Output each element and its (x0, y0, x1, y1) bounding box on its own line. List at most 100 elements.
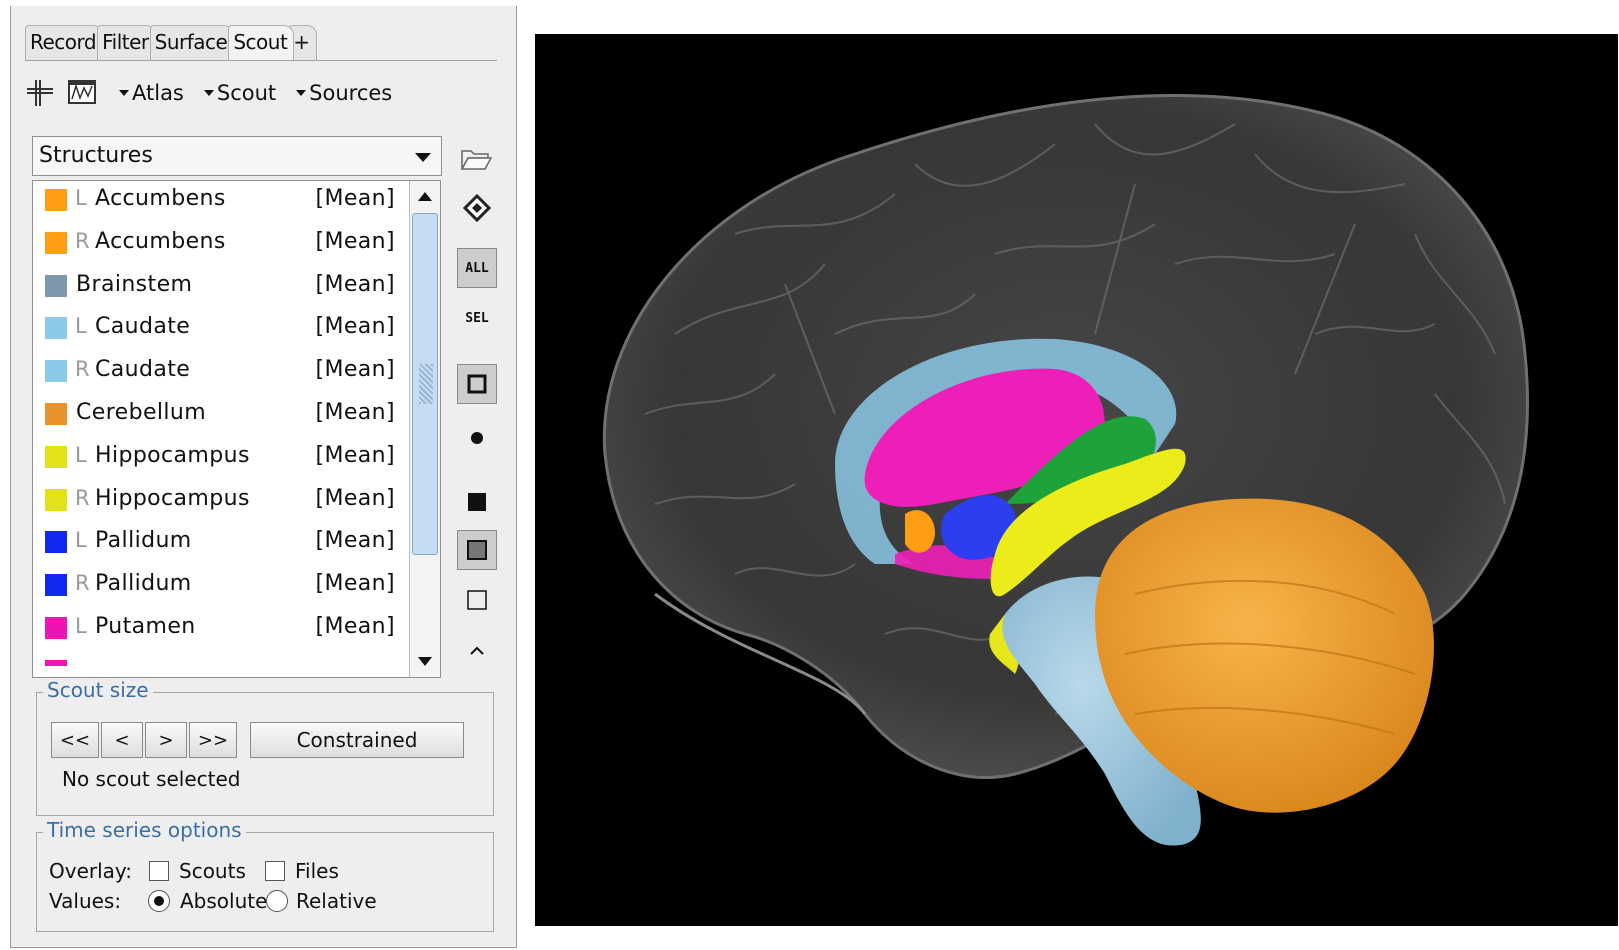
scout-toolbar: Atlas Scout Sources (25, 76, 402, 110)
scout-name: Putamen (95, 614, 196, 639)
show-all-button[interactable]: ALL (457, 248, 497, 288)
scout-color-swatch (45, 317, 67, 339)
scout-row[interactable]: L Hippocampus [Mean] (33, 436, 403, 480)
relative-radio[interactable] (266, 890, 288, 912)
scout-name: Accumbens (95, 186, 226, 211)
scout-menu-label: Scout (216, 81, 277, 105)
scout-menu[interactable]: Scout (203, 81, 277, 105)
scout-function: [Mean] (315, 486, 395, 511)
overlay-files-checkbox[interactable] (265, 861, 285, 881)
scout-side-label: R (75, 486, 90, 510)
scout-function: [Mean] (315, 357, 395, 382)
fill-transparent-icon[interactable] (457, 530, 497, 570)
scout-name: Brainstem (76, 272, 193, 297)
atlas-dropdown[interactable]: Structures (32, 136, 442, 176)
time-series-title: Time series options (43, 818, 246, 842)
scout-function: [Mean] (315, 571, 395, 596)
scroll-thumb[interactable] (412, 213, 438, 555)
atlas-selected-value: Structures (39, 143, 153, 168)
caret-down-icon (119, 90, 129, 96)
overlay-scouts-checkbox[interactable] (149, 861, 169, 881)
scroll-grip (419, 364, 433, 404)
scout-color-swatch (45, 189, 67, 211)
scout-name: Pallidum (95, 571, 192, 596)
fill-none-icon[interactable] (457, 580, 497, 620)
tab-bar: Record Filter Surface Scout + (25, 20, 317, 60)
shrink-button[interactable]: < (101, 722, 143, 758)
scout-row[interactable]: L Putamen [Mean] (33, 607, 403, 651)
contour-only-icon[interactable] (457, 364, 497, 404)
scout-color-swatch (45, 574, 67, 596)
scout-color-swatch (45, 232, 67, 254)
tab-record[interactable]: Record (25, 25, 104, 60)
scout-color-swatch (45, 275, 67, 297)
scout-function: [Mean] (315, 400, 395, 425)
brain-3d-viewer[interactable] (535, 34, 1618, 926)
folder-open-icon[interactable] (459, 144, 493, 174)
scout-function: [Mean] (315, 528, 395, 553)
constrained-button[interactable]: Constrained (250, 722, 464, 758)
scout-side-label: R (75, 571, 90, 595)
scout-size-group: Scout size << < > >> Constrained No scou… (36, 678, 494, 816)
scout-row[interactable]: R Accumbens [Mean] (33, 222, 403, 266)
scout-side-label: R (75, 357, 90, 381)
scout-color-swatch (45, 446, 67, 468)
scout-row[interactable]: L Caudate [Mean] (33, 307, 403, 351)
seed-dot-icon[interactable] (457, 418, 497, 458)
atlas-menu[interactable]: Atlas (119, 81, 184, 105)
scout-list[interactable]: L Accumbens [Mean] R Accumbens [Mean] Brainste… (32, 180, 441, 678)
scout-row[interactable]: R Caudate [Mean] (33, 350, 403, 394)
scout-side-toolbar: ALL SEL (453, 188, 503, 678)
brain-render (602, 94, 1529, 846)
scout-name: Pallidum (95, 528, 192, 553)
absolute-label: Absolute (180, 889, 268, 913)
scout-row[interactable]: Cerebellum [Mean] (33, 393, 403, 437)
tab-surface[interactable]: Surface (149, 25, 235, 60)
scout-function: [Mean] (315, 186, 395, 211)
timeseries-icon[interactable] (67, 78, 97, 108)
scout-side-label: L (75, 186, 87, 210)
scout-status-text: No scout selected (62, 767, 241, 791)
crosshair-icon[interactable] (25, 78, 55, 108)
scout-function: [Mean] (315, 614, 395, 639)
chevron-down-icon (415, 153, 431, 162)
sources-menu[interactable]: Sources (296, 81, 392, 105)
caret-down-icon (203, 90, 214, 96)
scout-panel: Record Filter Surface Scout + Atlas Scou… (10, 6, 517, 948)
scout-color-swatch (45, 617, 67, 639)
show-selected-button[interactable]: SEL (457, 298, 497, 338)
scout-name: Cerebellum (76, 400, 207, 425)
tab-scout[interactable]: Scout (228, 25, 295, 60)
scout-row[interactable]: L Accumbens [Mean] (33, 181, 403, 223)
scout-side-label: L (75, 614, 87, 638)
scout-row[interactable]: Brainstem [Mean] (33, 265, 403, 309)
grow-button[interactable]: > (145, 722, 187, 758)
tab-divider (25, 60, 497, 61)
show-selected-label: SEL (465, 310, 489, 326)
scroll-up-arrow-icon[interactable] (410, 181, 439, 211)
scout-color-swatch (45, 489, 67, 511)
scout-function: [Mean] (315, 229, 395, 254)
caret-down-icon (296, 90, 307, 96)
absolute-radio[interactable] (148, 890, 170, 912)
list-scrollbar[interactable] (409, 181, 440, 677)
scout-row[interactable]: R Hippocampus [Mean] (33, 479, 403, 523)
scout-edit-icon[interactable] (457, 188, 497, 228)
scroll-down-arrow-icon[interactable] (410, 647, 439, 677)
scout-name: Hippocampus (95, 486, 250, 511)
more-options-icon[interactable] (457, 640, 497, 660)
scout-row[interactable]: R Pallidum [Mean] (33, 564, 403, 608)
relative-label: Relative (296, 889, 377, 913)
shrink-fast-button[interactable]: << (51, 722, 99, 758)
overlay-files-label: Files (295, 859, 339, 883)
scout-side-label: L (75, 314, 87, 338)
scout-color-swatch (45, 360, 67, 382)
scout-name: Caudate (95, 314, 191, 339)
scout-size-title: Scout size (43, 678, 153, 702)
grow-fast-button[interactable]: >> (189, 722, 237, 758)
scout-side-label: L (75, 528, 87, 552)
scout-row[interactable]: L Pallidum [Mean] (33, 521, 403, 565)
scout-name: Hippocampus (95, 443, 250, 468)
fill-solid-icon[interactable] (457, 482, 497, 522)
tab-filter[interactable]: Filter (97, 25, 156, 60)
